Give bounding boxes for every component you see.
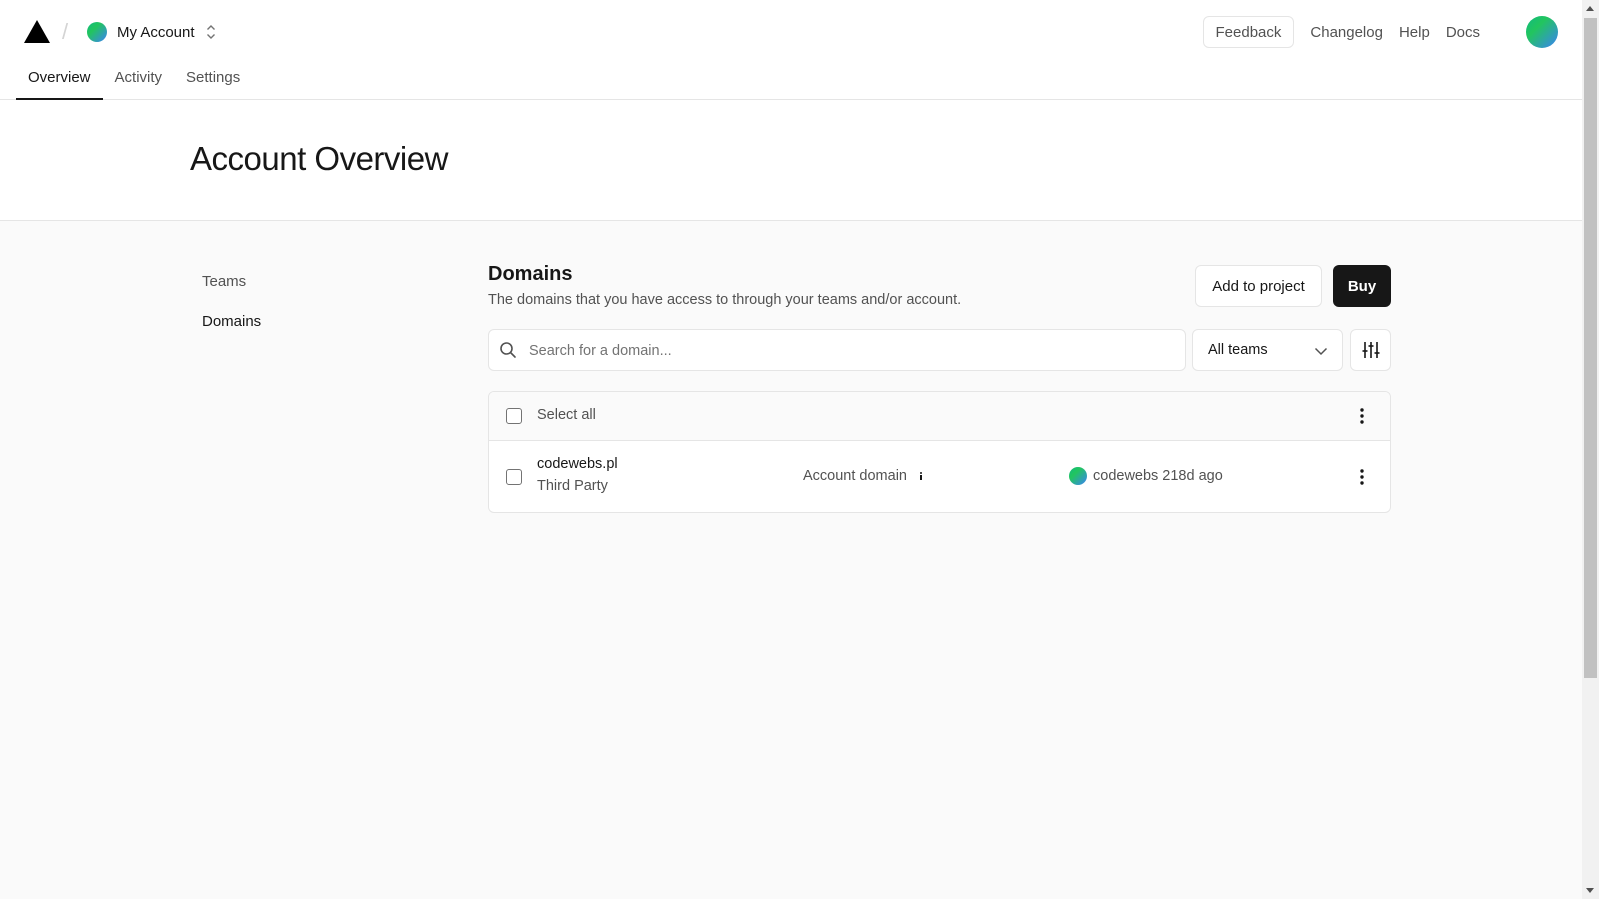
logo-triangle-icon[interactable] — [24, 20, 50, 43]
search-icon — [500, 342, 516, 358]
info-icon[interactable] — [915, 470, 927, 482]
domains-description: The domains that you have access to thro… — [488, 292, 962, 308]
breadcrumb-separator: / — [62, 19, 69, 44]
tab-settings[interactable]: Settings — [174, 62, 252, 100]
chevron-down-icon — [1314, 347, 1328, 356]
changelog-link[interactable]: Changelog — [1310, 24, 1383, 41]
scroll-thumb[interactable] — [1584, 18, 1597, 678]
owner-name: codewebs — [1093, 468, 1159, 484]
select-all-checkbox[interactable] — [506, 408, 522, 424]
domain-scope-label: Account domain — [803, 468, 907, 484]
domains-title: Domains — [488, 263, 573, 285]
table-row: codewebs.pl Third Party Account domain c… — [489, 441, 1390, 512]
tab-activity[interactable]: Activity — [103, 62, 175, 100]
domain-name[interactable]: codewebs.pl — [537, 456, 618, 472]
team-filter-value: All teams — [1208, 342, 1268, 358]
tab-overview[interactable]: Overview — [16, 62, 103, 100]
chevron-up-down-icon — [206, 25, 215, 39]
vertical-scrollbar[interactable] — [1582, 0, 1599, 899]
title-band: Account Overview — [0, 100, 1582, 221]
sliders-icon — [1362, 342, 1380, 358]
domains-table: Select all codewebs.pl Third Party Accou… — [488, 391, 1391, 513]
user-avatar[interactable] — [1526, 16, 1558, 48]
select-all-label[interactable]: Select all — [537, 407, 596, 423]
add-to-project-button[interactable]: Add to project — [1195, 265, 1322, 307]
buy-button[interactable]: Buy — [1333, 265, 1391, 307]
account-switcher[interactable]: My Account — [87, 21, 217, 43]
page-title: Account Overview — [190, 140, 448, 177]
sidebar-item-teams[interactable]: Teams — [202, 273, 246, 290]
domain-scope: Account domain — [803, 468, 927, 484]
domain-search — [488, 329, 1186, 371]
domain-registrar: Third Party — [537, 478, 608, 494]
page: / My Account Overview Activity Settings … — [0, 0, 1582, 899]
sidebar-item-domains[interactable]: Domains — [202, 313, 261, 330]
table-header: Select all — [489, 392, 1390, 441]
filter-settings-button[interactable] — [1350, 329, 1391, 371]
team-filter-select[interactable]: All teams — [1192, 329, 1343, 371]
docs-link[interactable]: Docs — [1446, 24, 1480, 41]
account-avatar — [87, 22, 107, 42]
top-header: / My Account Overview Activity Settings … — [0, 0, 1582, 100]
feedback-button[interactable]: Feedback — [1202, 16, 1295, 48]
search-input[interactable] — [527, 331, 1171, 371]
domain-age: 218d ago — [1162, 468, 1223, 484]
scroll-up-arrow-icon[interactable] — [1586, 6, 1594, 11]
row-checkbox[interactable] — [506, 469, 522, 485]
main-tabs: Overview Activity Settings — [16, 62, 252, 100]
scroll-down-arrow-icon[interactable] — [1586, 888, 1594, 893]
help-link[interactable]: Help — [1399, 24, 1430, 41]
kebab-menu-icon[interactable] — [1350, 465, 1374, 489]
account-name: My Account — [117, 23, 195, 41]
header-right-nav: Feedback Changelog Help Docs — [1202, 15, 1558, 49]
domain-owner: codewebs 218d ago — [1069, 467, 1223, 485]
kebab-menu-icon[interactable] — [1350, 404, 1374, 428]
owner-avatar — [1069, 467, 1087, 485]
